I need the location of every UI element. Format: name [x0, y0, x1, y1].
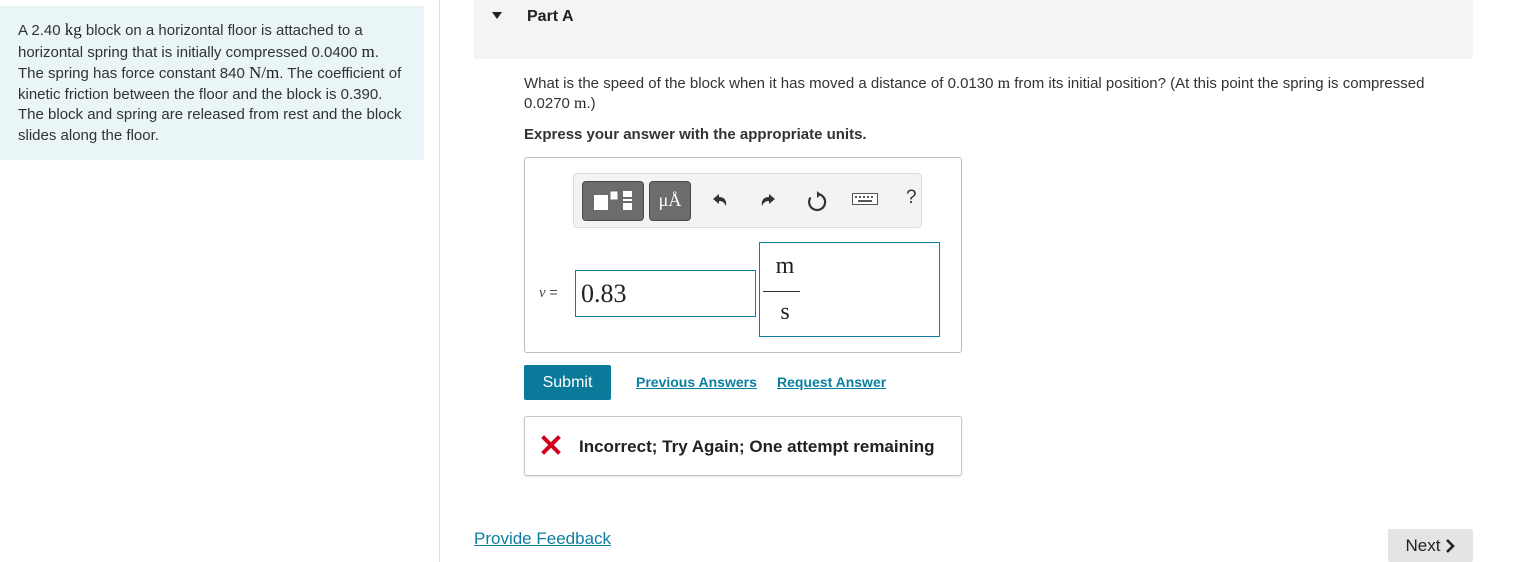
problem-text-1: A 2.40 [18, 22, 65, 39]
part-title: Part A [527, 8, 574, 25]
templates-button[interactable] [582, 181, 644, 221]
collapse-triangle-icon[interactable] [492, 12, 502, 19]
problem-statement: A 2.40 kg block on a horizontal floor is… [0, 6, 424, 160]
question-text: What is the speed of the block when it h… [524, 74, 1444, 114]
undo-button[interactable] [708, 188, 732, 214]
symbols-icon: μÅ [658, 190, 682, 210]
symbols-button[interactable]: μÅ [649, 181, 691, 221]
unit-m: m [574, 95, 587, 112]
keyboard-button[interactable] [851, 188, 879, 214]
request-answer-link[interactable]: Request Answer [777, 374, 886, 390]
unit-denominator: s [780, 299, 790, 325]
help-icon[interactable]: ? [906, 187, 917, 209]
keyboard-icon [852, 193, 878, 205]
redo-icon [761, 194, 775, 206]
reset-button[interactable] [805, 188, 829, 214]
unit-m: m [361, 41, 375, 61]
unit-n-per-m: N/m [248, 63, 280, 82]
question-text-3: .) [586, 95, 596, 112]
equals-sign: = [545, 284, 558, 300]
redo-button[interactable] [756, 188, 780, 214]
answer-unit-input[interactable]: m s [759, 242, 940, 337]
panel-divider [439, 0, 440, 562]
chevron-right-icon [1446, 538, 1456, 553]
feedback-message: Incorrect; Try Again; One attempt remain… [524, 416, 962, 476]
reset-icon [808, 191, 827, 212]
previous-answers-link[interactable]: Previous Answers [636, 374, 757, 390]
submit-button[interactable]: Submit [524, 365, 611, 400]
unit-kg: kg [64, 20, 82, 39]
math-toolbar: μÅ ? [573, 173, 922, 228]
question-text-1: What is the speed of the block when it h… [524, 75, 998, 92]
unit-numerator: m [775, 253, 795, 279]
unit-m: m [997, 75, 1011, 92]
answer-instruction: Express your answer with the appropriate… [524, 126, 867, 143]
fraction-bar [763, 291, 800, 292]
next-button[interactable]: Next [1388, 529, 1473, 562]
answer-variable: v [539, 285, 546, 301]
error-x-icon [541, 435, 561, 455]
answer-box: μÅ ? v = 0.83 m s [524, 157, 962, 353]
undo-icon [713, 194, 727, 206]
answer-value-input[interactable]: 0.83 [575, 270, 756, 317]
provide-feedback-link[interactable]: Provide Feedback [474, 529, 611, 549]
answer-variable-label: v = [539, 284, 558, 302]
next-label: Next [1405, 535, 1441, 555]
feedback-text: Incorrect; Try Again; One attempt remain… [579, 437, 935, 456]
templates-icon [594, 190, 632, 210]
part-header[interactable]: Part A [474, 0, 1473, 59]
